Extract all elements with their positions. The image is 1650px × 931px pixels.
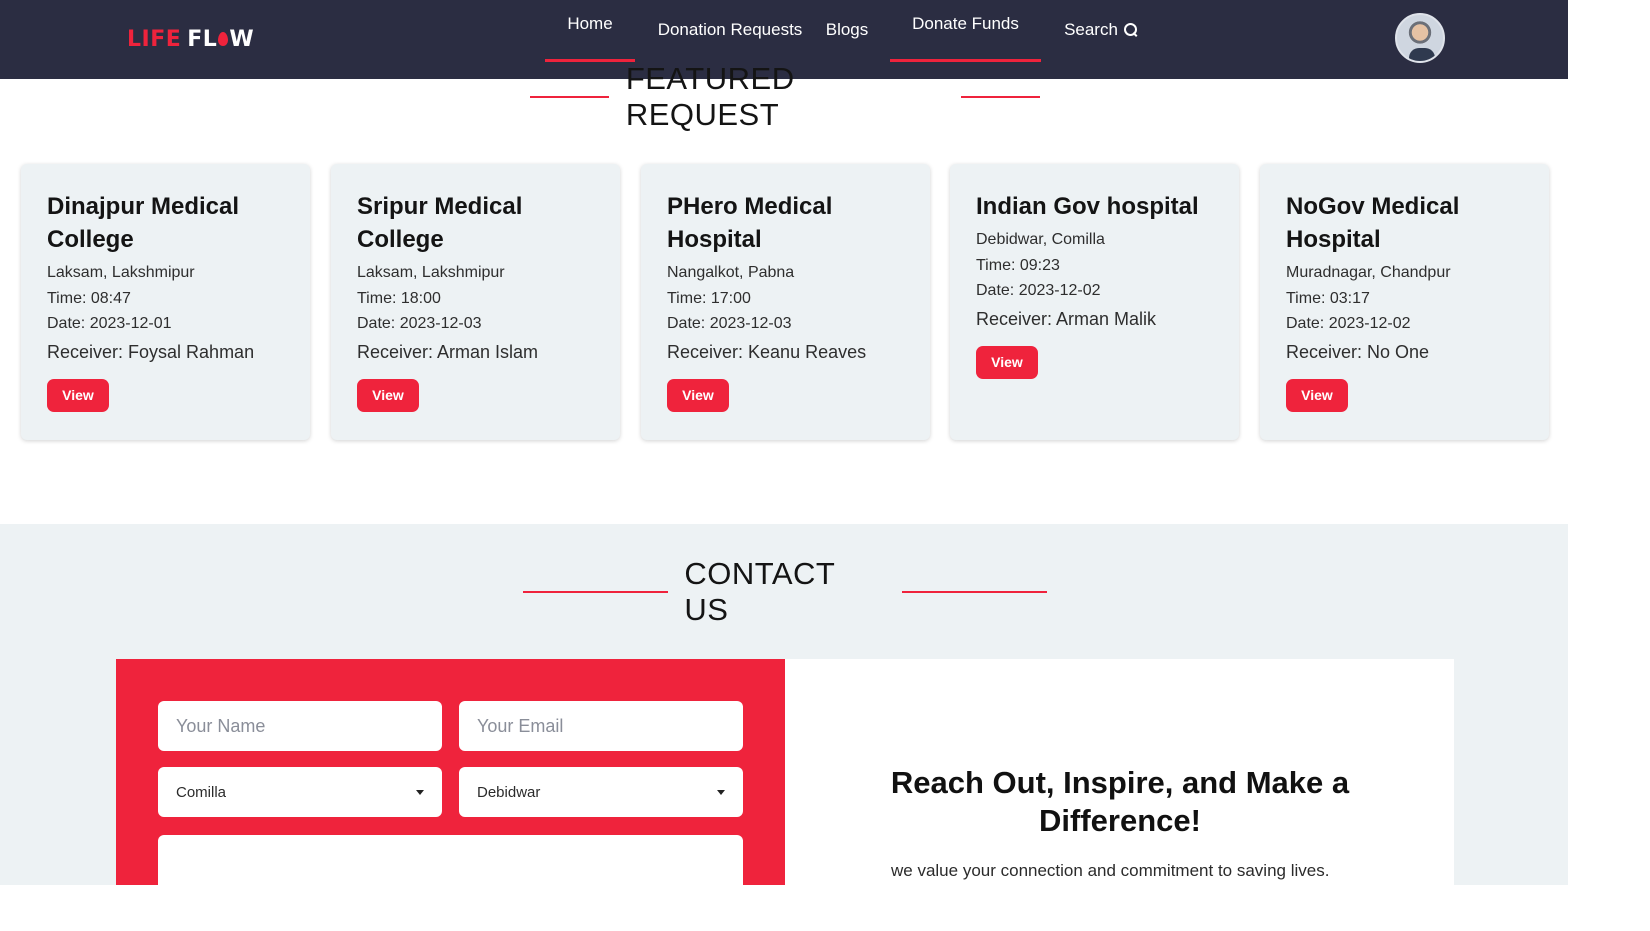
contact-us-heading: CONTACT US: [684, 556, 835, 627]
nav-search-label: Search: [1064, 19, 1118, 39]
view-button[interactable]: View: [667, 378, 729, 412]
chevron-down-icon: [416, 789, 424, 795]
district-select-value: Comilla: [176, 783, 227, 801]
card-hospital: Indian Gov hospital: [976, 193, 1199, 220]
logo-flow-text: FL W: [187, 26, 255, 52]
card-hospital: NoGov Medical Hospital: [1286, 193, 1460, 253]
logo[interactable]: LIFE FL W: [127, 26, 255, 52]
upazila-select-value: Debidwar: [477, 783, 541, 801]
nav-donation-requests[interactable]: Donation Requests: [652, 4, 808, 66]
card-time: Time: 09:23: [976, 256, 1060, 274]
contact-info-text: we value your connection and commitment …: [891, 861, 1330, 880]
avatar[interactable]: [1395, 13, 1445, 63]
request-card: Dinajpur Medical College Laksam, Lakshmi…: [21, 164, 310, 440]
card-time: Time: 18:00: [357, 289, 441, 307]
view-button[interactable]: View: [47, 378, 109, 412]
request-card: Sripur Medical College Laksam, Lakshmipu…: [331, 164, 620, 440]
request-card: NoGov Medical Hospital Muradnagar, Chand…: [1260, 164, 1549, 440]
card-receiver: Receiver: Keanu Reaves: [667, 341, 867, 362]
contact-info-panel: Reach Out, Inspire, and Make a Differenc…: [785, 659, 1454, 885]
title-divider-right: [961, 96, 1040, 98]
card-receiver: Receiver: Arman Malik: [976, 308, 1157, 329]
email-input[interactable]: Your Email: [459, 701, 743, 751]
card-time: Time: 17:00: [667, 289, 751, 307]
card-time: Time: 08:47: [47, 289, 131, 307]
card-location: Laksam, Lakshmipur: [47, 264, 195, 281]
view-button[interactable]: View: [1286, 378, 1348, 412]
card-receiver: Receiver: Foysal Rahman: [47, 341, 255, 362]
card-time: Time: 03:17: [1286, 289, 1370, 307]
card-hospital: PHero Medical Hospital: [667, 193, 833, 253]
view-button[interactable]: View: [976, 345, 1038, 379]
title-divider-left: [523, 591, 669, 593]
card-hospital: Sripur Medical College: [357, 193, 523, 253]
request-card: Indian Gov hospital Debidwar, Comilla Ti…: [950, 164, 1239, 440]
contact-us-title: CONTACT US: [523, 556, 1047, 627]
card-location: Debidwar, Comilla: [976, 231, 1105, 248]
card-date: Date: 2023-12-01: [47, 315, 172, 332]
featured-request-title: FEATURED REQUEST: [530, 61, 1040, 132]
name-input[interactable]: Your Name: [158, 701, 442, 751]
message-textarea[interactable]: [158, 835, 743, 895]
upazila-select[interactable]: Debidwar: [459, 767, 743, 817]
card-location: Laksam, Lakshmipur: [357, 264, 505, 281]
search-icon: [1123, 23, 1137, 36]
card-date: Date: 2023-12-02: [976, 282, 1101, 299]
district-select[interactable]: Comilla: [158, 767, 442, 817]
view-button[interactable]: View: [357, 378, 419, 412]
logo-life-text: LIFE: [127, 26, 182, 52]
title-divider-right: [901, 591, 1047, 593]
featured-request-heading: FEATURED REQUEST: [625, 61, 795, 132]
request-card: PHero Medical Hospital Nangalkot, Pabna …: [641, 164, 930, 440]
card-receiver: Receiver: Arman Islam: [357, 341, 539, 362]
blood-drop-icon: [218, 31, 229, 46]
nav-home[interactable]: Home: [545, 0, 635, 62]
card-location: Muradnagar, Chandpur: [1286, 264, 1451, 281]
card-hospital: Dinajpur Medical College: [47, 193, 240, 253]
nav-donate-funds[interactable]: Donate Funds: [890, 0, 1041, 62]
card-date: Date: 2023-12-03: [667, 315, 792, 332]
card-date: Date: 2023-12-03: [357, 315, 482, 332]
nav-search[interactable]: Search: [1058, 4, 1143, 66]
title-divider-left: [530, 96, 609, 98]
contact-info-heading: Reach Out, Inspire, and Make a Differenc…: [890, 765, 1350, 838]
chevron-down-icon: [717, 789, 725, 795]
nav-blogs[interactable]: Blogs: [820, 4, 874, 66]
card-receiver: Receiver: No One: [1286, 341, 1430, 362]
card-location: Nangalkot, Pabna: [667, 264, 795, 281]
card-date: Date: 2023-12-02: [1286, 315, 1411, 332]
